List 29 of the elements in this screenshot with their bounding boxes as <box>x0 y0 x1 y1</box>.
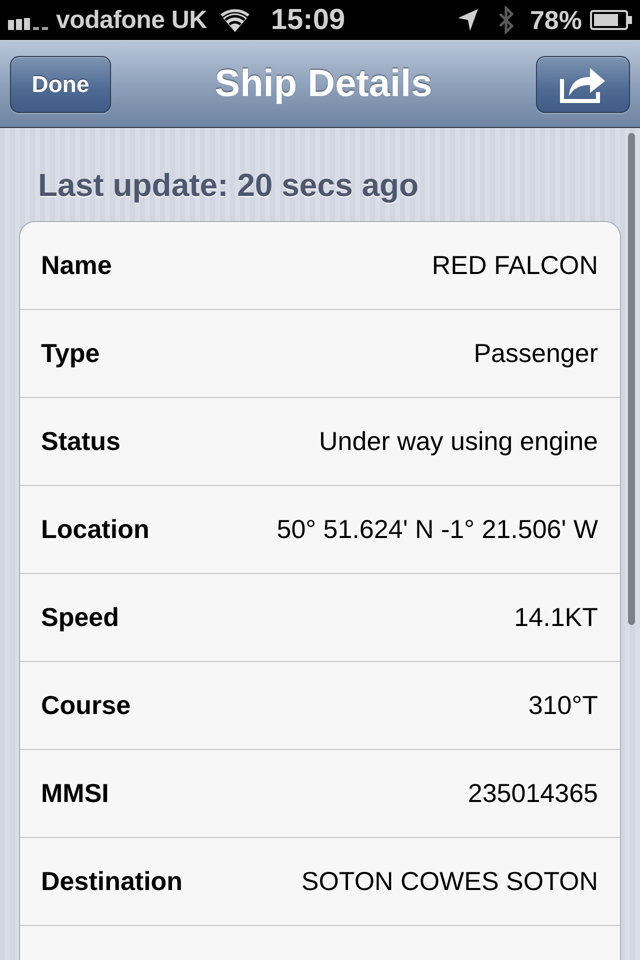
row-label: MMSI <box>41 778 109 809</box>
battery-percent: 78% <box>530 4 582 36</box>
row-value: RED FALCON <box>432 250 598 281</box>
row-label: Destination <box>41 866 183 897</box>
row-label: Speed <box>41 602 120 633</box>
row-label: Course <box>41 690 131 721</box>
signal-icon <box>8 16 48 30</box>
row-value: SOTON COWES SOTON <box>301 866 598 897</box>
battery-icon <box>590 10 632 30</box>
nav-title: Ship Details <box>214 62 432 106</box>
bluetooth-icon <box>498 6 514 34</box>
row-value: Passenger <box>474 338 598 369</box>
row-label: Name <box>41 250 112 281</box>
row-label: Type <box>41 338 100 369</box>
done-button[interactable]: Done <box>10 56 111 112</box>
row-value: Under way using engine <box>319 426 598 457</box>
carrier-name: vodafone UK <box>56 6 207 34</box>
wifi-icon <box>218 8 251 32</box>
row-label: Status <box>41 426 120 457</box>
row-value: 310°T <box>528 690 598 721</box>
row-value: 235014365 <box>468 778 598 809</box>
last-update-text: Last update: 20 secs ago <box>38 166 420 204</box>
status-time: 15:09 <box>270 4 346 36</box>
row-value: 50° 51.624' N -1° 21.506' W <box>276 514 598 545</box>
share-icon <box>560 65 606 103</box>
share-button[interactable] <box>536 56 630 112</box>
row-label: Location <box>41 514 150 545</box>
location-arrow-icon <box>458 9 478 31</box>
row-value: 14.1KT <box>514 602 598 633</box>
